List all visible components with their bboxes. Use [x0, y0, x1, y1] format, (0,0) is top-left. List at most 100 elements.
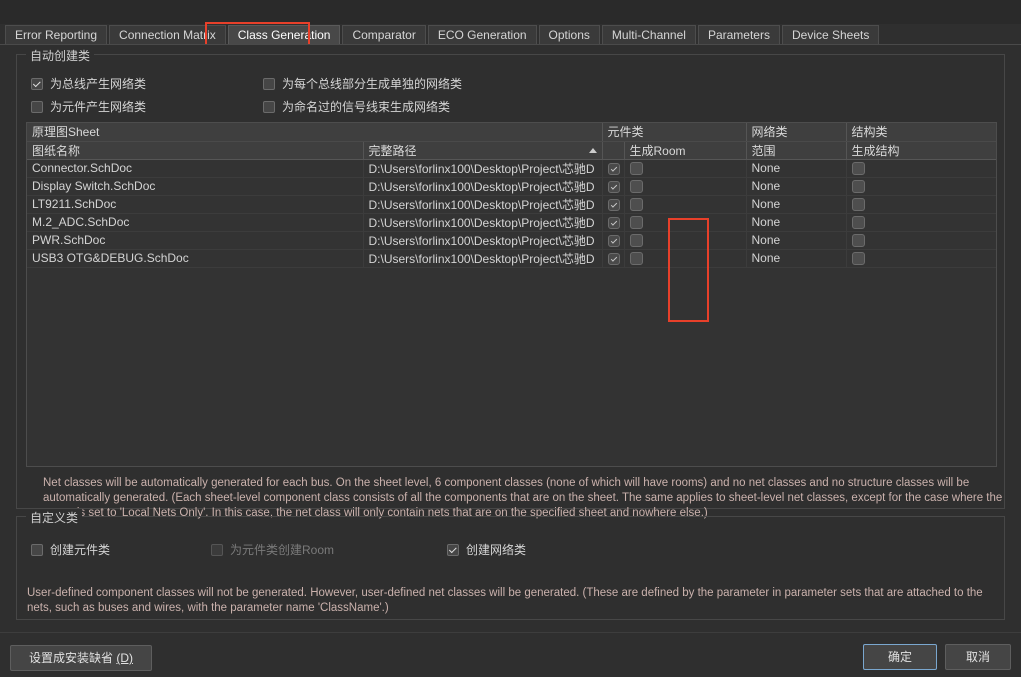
cell-generate-room[interactable]: [624, 159, 747, 178]
cell-full-path: D:\Users\forlinx100\Desktop\Project\芯驰D: [363, 195, 603, 214]
generate-structure-checkbox[interactable]: [851, 180, 865, 194]
cell-scope[interactable]: None: [746, 177, 847, 196]
checkbox-row-create-room-for-component-class: 为元件类创建Room: [211, 541, 334, 558]
group-header-net-class[interactable]: 网络类: [746, 123, 847, 142]
auto-group-legend: 自动创建类: [26, 47, 95, 64]
table-row[interactable]: USB3 OTG&DEBUG.SchDoc D:\Users\forlinx100…: [27, 249, 996, 268]
tab-device-sheets[interactable]: Device Sheets: [781, 25, 880, 45]
group-header-structure-class[interactable]: 结构类: [846, 123, 996, 142]
cell-generate-structure[interactable]: [846, 177, 996, 196]
tab-connection-matrix[interactable]: Connection Matrix: [109, 25, 226, 45]
generate-room-checkbox[interactable]: [629, 198, 643, 212]
sub-header-row: 图纸名称 完整路径 生成Room 范围 生成结构: [27, 141, 996, 160]
dialog-body: 自动创建类 为总线产生网络类 为每个总线部分生成单独的网络类 为元件产生网络类 …: [0, 45, 1021, 632]
tab-error-reporting[interactable]: Error Reporting: [5, 25, 108, 45]
cell-full-path: D:\Users\forlinx100\Desktop\Project\芯驰D: [363, 249, 603, 268]
component-class-checkbox[interactable]: [607, 234, 620, 247]
generate-room-checkbox[interactable]: [629, 162, 643, 176]
cell-generate-room[interactable]: [624, 195, 747, 214]
component-net-class-label: 为元件产生网络类: [50, 100, 147, 114]
checkbox-row-bus-net-class[interactable]: 为总线产生网络类: [31, 75, 146, 92]
separate-bus-section-net-class-checkbox[interactable]: [263, 77, 275, 90]
table-row[interactable]: Connector.SchDoc D:\Users\forlinx100\Desk…: [27, 159, 996, 178]
bus-net-class-label: 为总线产生网络类: [50, 77, 147, 91]
column-header-full-path-label: 完整路径: [368, 143, 417, 158]
sheets-table-container[interactable]: 原理图Sheet 元件类 网络类 结构类 图纸名称 完整路径 生成Room 范围…: [26, 122, 997, 467]
column-header-full-path[interactable]: 完整路径: [363, 141, 603, 160]
generate-structure-checkbox[interactable]: [851, 162, 865, 176]
component-class-checkbox[interactable]: [607, 162, 620, 175]
generate-structure-checkbox[interactable]: [851, 252, 865, 266]
group-header-component-class[interactable]: 元件类: [602, 123, 747, 142]
generate-room-checkbox[interactable]: [629, 252, 643, 266]
cancel-button[interactable]: 取消: [945, 644, 1011, 670]
column-header-generate-room[interactable]: 生成Room: [624, 141, 747, 160]
cell-scope[interactable]: None: [746, 159, 847, 178]
tab-class-generation[interactable]: Class Generation: [227, 25, 341, 45]
generate-room-checkbox[interactable]: [629, 216, 643, 230]
set-as-install-default-button[interactable]: 设置成安装缺省 (D): [10, 645, 152, 671]
column-header-sheet-name[interactable]: 图纸名称: [27, 141, 364, 160]
table-row[interactable]: Display Switch.SchDoc D:\Users\forlinx100…: [27, 177, 996, 196]
cell-scope[interactable]: None: [746, 213, 847, 232]
cell-generate-structure[interactable]: [846, 159, 996, 178]
cell-scope[interactable]: None: [746, 231, 847, 250]
cell-component-class[interactable]: [602, 249, 625, 268]
table-row[interactable]: LT9211.SchDoc D:\Users\forlinx100\Desktop…: [27, 195, 996, 214]
cell-scope[interactable]: None: [746, 195, 847, 214]
column-header-component-class-check[interactable]: [602, 141, 625, 160]
generate-room-checkbox[interactable]: [629, 180, 643, 194]
create-room-for-component-class-label: 为元件类创建Room: [230, 543, 335, 557]
create-net-class-checkbox[interactable]: [447, 543, 459, 556]
generate-structure-checkbox[interactable]: [851, 198, 865, 212]
tab-comparator[interactable]: Comparator: [342, 25, 426, 45]
group-header-schematic-sheet[interactable]: 原理图Sheet: [27, 123, 603, 142]
checkbox-row-create-net-class[interactable]: 创建网络类: [447, 541, 526, 558]
named-harness-net-class-label: 为命名过的信号线束生成网络类: [282, 100, 451, 114]
checkbox-row-component-net-class[interactable]: 为元件产生网络类: [31, 98, 146, 115]
cell-generate-structure[interactable]: [846, 213, 996, 232]
tab-bar-background: [0, 0, 1021, 24]
cell-generate-room[interactable]: [624, 231, 747, 250]
cell-scope[interactable]: None: [746, 249, 847, 268]
component-class-checkbox[interactable]: [607, 252, 620, 265]
cell-sheet-name: M.2_ADC.SchDoc: [27, 213, 364, 232]
component-net-class-checkbox[interactable]: [31, 100, 43, 113]
column-header-generate-structure[interactable]: 生成结构: [846, 141, 996, 160]
component-class-checkbox[interactable]: [607, 180, 620, 193]
column-header-scope[interactable]: 范围: [746, 141, 847, 160]
bus-net-class-checkbox[interactable]: [31, 77, 43, 90]
cell-generate-structure[interactable]: [846, 231, 996, 250]
cell-component-class[interactable]: [602, 177, 625, 196]
tab-multi-channel[interactable]: Multi-Channel: [601, 25, 696, 45]
ok-button[interactable]: 确定: [863, 644, 937, 670]
cell-component-class[interactable]: [602, 213, 625, 232]
cell-sheet-name: USB3 OTG&DEBUG.SchDoc: [27, 249, 364, 268]
tab-eco-generation[interactable]: ECO Generation: [427, 25, 537, 45]
cell-generate-room[interactable]: [624, 177, 747, 196]
custom-group-legend: 自定义类: [26, 509, 83, 526]
tab-options[interactable]: Options: [538, 25, 600, 45]
named-harness-net-class-checkbox[interactable]: [263, 100, 275, 113]
cell-component-class[interactable]: [602, 195, 625, 214]
checkbox-row-create-component-class[interactable]: 创建元件类: [31, 541, 110, 558]
checkbox-row-separate-bus-section-net-class[interactable]: 为每个总线部分生成单独的网络类: [263, 75, 462, 92]
cell-component-class[interactable]: [602, 159, 625, 178]
table-row[interactable]: M.2_ADC.SchDoc D:\Users\forlinx100\Deskto…: [27, 213, 996, 232]
sheets-table-head: 原理图Sheet 元件类 网络类 结构类 图纸名称 完整路径 生成Room 范围…: [27, 123, 996, 160]
cell-generate-structure[interactable]: [846, 195, 996, 214]
table-row[interactable]: PWR.SchDoc D:\Users\forlinx100\Desktop\Pr…: [27, 231, 996, 250]
cell-component-class[interactable]: [602, 231, 625, 250]
checkbox-row-named-harness-net-class[interactable]: 为命名过的信号线束生成网络类: [263, 98, 450, 115]
component-class-checkbox[interactable]: [607, 216, 620, 229]
create-room-for-component-class-checkbox: [211, 543, 223, 556]
generate-structure-checkbox[interactable]: [851, 216, 865, 230]
cell-generate-room[interactable]: [624, 213, 747, 232]
create-component-class-checkbox[interactable]: [31, 543, 43, 556]
generate-structure-checkbox[interactable]: [851, 234, 865, 248]
tab-parameters[interactable]: Parameters: [697, 25, 780, 45]
component-class-checkbox[interactable]: [607, 198, 620, 211]
cell-generate-room[interactable]: [624, 249, 747, 268]
cell-generate-structure[interactable]: [846, 249, 996, 268]
generate-room-checkbox[interactable]: [629, 234, 643, 248]
